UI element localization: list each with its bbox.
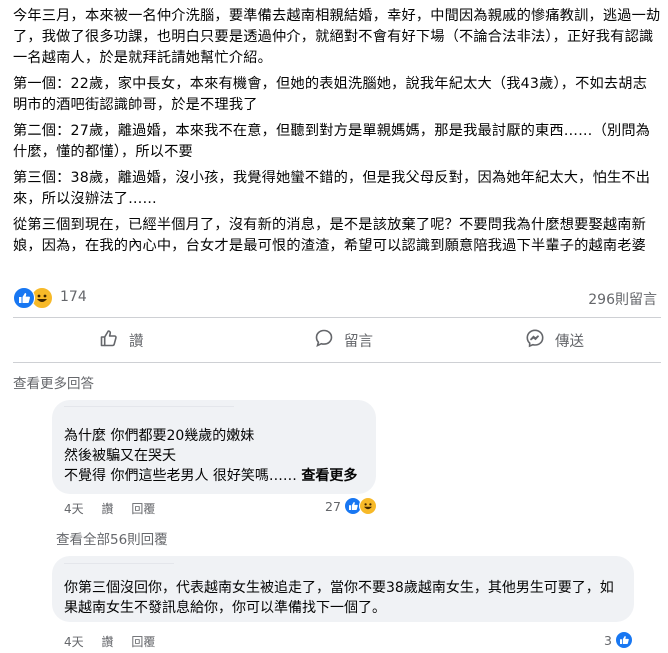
comment-reaction-count: 27 [325,498,341,514]
divider-top [13,317,661,318]
post-paragraph-2: 第一個：22歲，家中長女，本來有機會，但她的表姐洗腦她，說我年紀太大（我43歲）… [13,76,648,113]
post-paragraph-5: 從第三個到現在，已經半個月了，沒有新的消息，是不是該放棄了呢？不要問我為什麼想要… [13,217,647,254]
comment-1-meta: 4天 讚 回覆 [64,500,169,517]
like-button[interactable]: 讚 [99,323,144,357]
reaction-icons[interactable] [13,287,57,309]
reaction-count[interactable]: 174 [60,289,87,305]
comment-text: 你第三個沒回你，代表越南女生被追走了，當你不要38歲越南女生，其他男生可要了，如… [64,580,614,616]
comment-text: 為什麼 你們都要20幾歲的嫩妹 然後被騙又在哭夭 不覺得 你們這些老男人 很好笑… [64,426,357,486]
view-all-replies-link[interactable]: 查看全部56則回覆 [56,528,168,548]
send-label: 傳送 [555,333,584,350]
post-stats: 174 296則留言 [13,287,661,309]
post-paragraph-4: 第三個：38歲，離過婚，沒小孩，我覺得她蠻不錯的，但是我父母反對，因為她年紀太大… [13,170,651,207]
comment-bubble-1: 為什麼 你們都要20幾歲的嫩妹 然後被騙又在哭夭 不覺得 你們這些老男人 很好笑… [52,400,376,494]
more-comments-link[interactable]: 查看更多回答 [13,372,94,392]
comment-line-text: 不覺得 你們這些老男人 很好笑嗎…… [64,468,297,484]
comment-2-meta: 4天 讚 回覆 [64,633,169,650]
comment-author-redacted [64,563,174,572]
post-paragraph-3: 第二個：27歲，離過婚，本來我不在意，但聽到對方是單親媽媽，那是我最討厭的東西…… [13,123,651,160]
comment-line: 為什麼 你們都要20幾歲的嫩妹 [64,428,255,444]
see-more-link[interactable]: 查看更多 [301,468,357,484]
divider-bottom [13,362,661,363]
comment-reply-link[interactable]: 回覆 [131,635,155,649]
thumbs-up-icon [99,328,129,352]
like-reaction-icon [13,287,35,309]
comment-reply-link[interactable]: 回覆 [131,502,155,516]
comment-line: 不覺得 你們這些老男人 很好笑嗎…… 查看更多 [64,466,357,486]
like-reaction-icon [614,631,633,649]
post-actions: 讚 留言 傳送 [13,323,661,357]
comment-icon [314,328,344,352]
like-label: 讚 [129,333,144,350]
comment-button[interactable]: 留言 [314,323,373,357]
comment-1-reactions[interactable]: 27 [325,497,377,515]
comment-time[interactable]: 4天 [64,635,84,649]
comment-author-redacted [64,406,234,417]
comment-like-link[interactable]: 讚 [101,635,113,649]
comment-reaction-count: 3 [604,632,612,648]
comment-like-link[interactable]: 讚 [101,502,113,516]
haha-reaction-icon [358,497,377,515]
comment-label: 留言 [344,333,373,350]
comment-count[interactable]: 296則留言 [588,289,657,309]
comment-2-reactions[interactable]: 3 [604,631,633,649]
post-body: 今年三月，本來被一名仲介洗腦，要準備去越南相親結婚，幸好，中間因為親戚的慘痛教訓… [13,6,661,262]
comment-bubble-2: 你第三個沒回你，代表越南女生被追走了，當你不要38歲越南女生，其他男生可要了，如… [52,556,634,622]
comment-line: 然後被騙又在哭夭 [64,448,176,464]
comment-time[interactable]: 4天 [64,502,84,516]
send-button[interactable]: 傳送 [525,323,584,357]
post-paragraph-1: 今年三月，本來被一名仲介洗腦，要準備去越南相親結婚，幸好，中間因為親戚的慘痛教訓… [13,8,661,66]
messenger-icon [525,328,555,352]
